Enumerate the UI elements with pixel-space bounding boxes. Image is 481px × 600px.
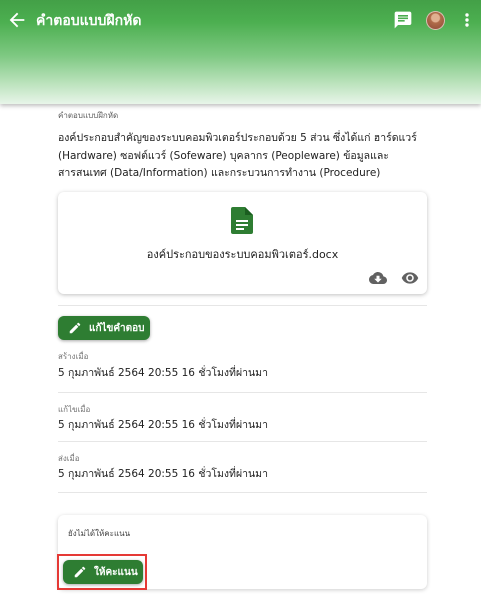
page-title: คำตอบแบบฝึกหัด (36, 13, 142, 29)
document-icon (231, 207, 253, 234)
avatar[interactable] (426, 11, 445, 30)
download-icon[interactable] (369, 269, 387, 287)
created-value: 5 กุมภาพันธ์ 2564 20:55 16 ชั่วโมงที่ผ่า… (58, 367, 268, 379)
divider (58, 305, 427, 306)
attachment-card[interactable]: องค์ประกอบของระบบคอมพิวเตอร์.docx (58, 192, 427, 294)
divider (58, 441, 427, 442)
edit-answer-label: แก้ไขคำตอบ (89, 322, 145, 334)
created-label: สร้างเมื่อ (58, 352, 89, 361)
answer-text: องค์ประกอบสำคัญของระบบคอมพิวเตอร์ประกอบด… (58, 132, 417, 179)
pencil-icon (69, 322, 81, 334)
edited-label: แก้ไขเมื่อ (58, 405, 91, 414)
view-icon[interactable] (401, 269, 419, 287)
chat-icon[interactable] (393, 10, 413, 30)
divider (58, 392, 427, 393)
answer-caption: คำตอบแบบฝึกหัด (58, 111, 119, 120)
grading-status: ยังไม่ได้ให้คะแนน (68, 529, 131, 538)
sent-label: ส่งเมื่อ (58, 454, 80, 463)
sent-value: 5 กุมภาพันธ์ 2564 20:55 16 ชั่วโมงที่ผ่า… (58, 468, 268, 480)
attachment-filename[interactable]: องค์ประกอบของระบบคอมพิวเตอร์.docx (58, 245, 427, 263)
arrow-back-icon[interactable] (6, 9, 28, 31)
app-bar: คำตอบแบบฝึกหัด (0, 0, 481, 104)
highlight-box (57, 554, 147, 590)
divider (58, 492, 427, 493)
edit-answer-button[interactable]: แก้ไขคำตอบ (58, 316, 150, 340)
more-vert-icon[interactable] (460, 10, 474, 30)
edited-value: 5 กุมภาพันธ์ 2564 20:55 16 ชั่วโมงที่ผ่า… (58, 419, 268, 431)
